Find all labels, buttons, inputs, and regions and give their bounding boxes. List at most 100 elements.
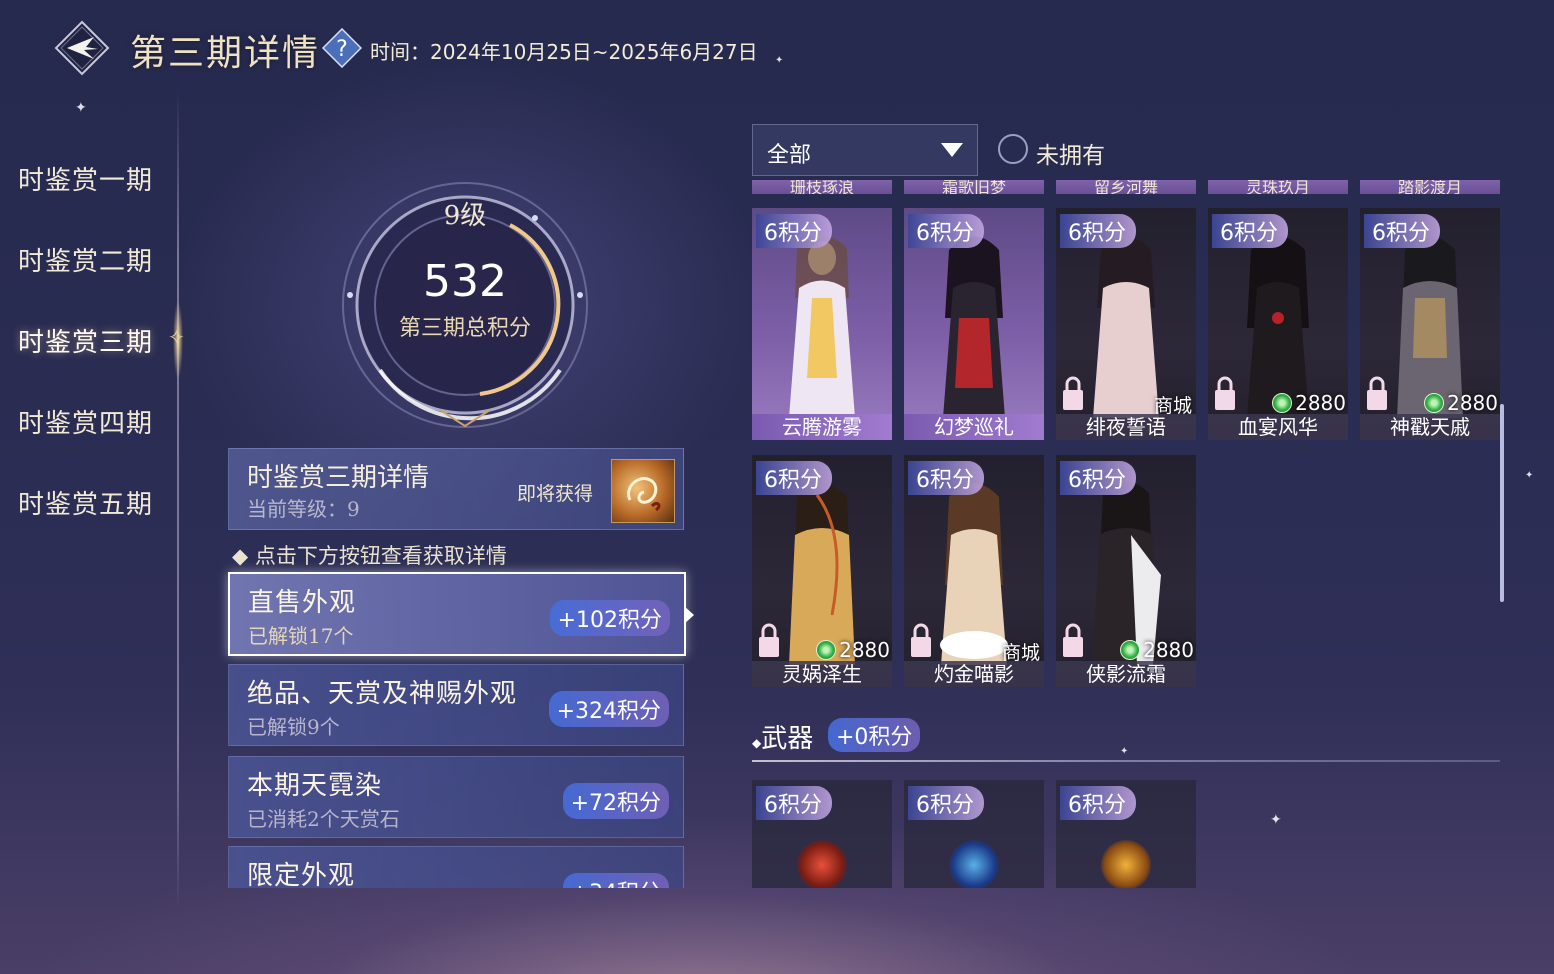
lock-icon: [1367, 376, 1387, 410]
outfit-card[interactable]: 6积分 商城 灼金喵影: [904, 455, 1044, 687]
outfit-card-partial[interactable]: 踏影渡月: [1360, 180, 1500, 194]
outfit-name: 灵娲泽生: [752, 661, 892, 687]
sparkle-icon: ✦: [75, 100, 87, 116]
lock-icon: [759, 623, 779, 657]
jade-coin-icon: [1424, 393, 1445, 413]
points-badge: 6积分: [1212, 214, 1288, 248]
nav-item-period-3[interactable]: 时鉴赏三期: [18, 322, 153, 359]
filter-selected: 全部: [767, 143, 812, 168]
event-time-label: 时间：2024年10月25日~2025年6月27日: [370, 40, 758, 64]
nav-item-period-1[interactable]: 时鉴赏一期: [18, 160, 153, 197]
svg-text:?: ?: [336, 37, 348, 62]
outfit-card[interactable]: 6积分 商城 绯夜誓语: [1056, 208, 1196, 440]
outfit-card-partial[interactable]: 珊枝琢浪: [752, 180, 892, 194]
character-figure: [1247, 236, 1309, 418]
nav-active-mark-icon: ✧: [168, 325, 185, 349]
category-points: +324积分: [548, 691, 669, 727]
outfit-name: 幻梦巡礼: [904, 414, 1044, 440]
sparkle-icon: ✦: [775, 55, 784, 66]
points-badge: 6积分: [1060, 786, 1136, 820]
lock-icon: [1063, 376, 1083, 410]
points-badge: 6积分: [1060, 461, 1136, 495]
category-clip: 限定外观 +34积分: [228, 846, 684, 888]
lock-icon: [911, 623, 931, 657]
category-dye[interactable]: 本期天霓染 已消耗2个天赏石 +72积分: [228, 756, 684, 838]
outfit-price: 2880: [1272, 391, 1346, 415]
outfit-price: 2880: [816, 638, 890, 662]
category-premium[interactable]: 绝品、天赏及神赐外观 已解锁9个 +324积分: [228, 664, 684, 746]
hint-text: ◆ 点击下方按钮查看获取详情: [232, 544, 507, 568]
outfit-price: 2880: [1120, 638, 1194, 662]
dropdown-arrow-icon: [941, 143, 963, 157]
character-figure: [1093, 236, 1159, 418]
outfit-card[interactable]: 6积分 幻梦巡礼: [904, 208, 1044, 440]
points-badge: 6积分: [908, 214, 984, 248]
category-limited[interactable]: 限定外观 +34积分: [228, 846, 684, 888]
reward-item-icon[interactable]: [611, 459, 675, 523]
not-owned-radio[interactable]: [998, 134, 1028, 164]
character-figure: [943, 236, 1005, 418]
category-points: +102积分: [549, 600, 670, 636]
outfit-card[interactable]: 6积分 2880 灵娲泽生: [752, 455, 892, 687]
grid-scrollbar[interactable]: [1500, 404, 1504, 602]
outfit-card[interactable]: 6积分 2880 血宴风华: [1208, 208, 1348, 440]
lock-icon: [1215, 376, 1235, 410]
weapon-image: [797, 840, 847, 888]
category-sub: 已解锁9个: [247, 715, 340, 739]
back-arrow-icon: [54, 20, 110, 76]
nav-divider: [177, 90, 179, 910]
character-figure: [789, 483, 855, 665]
page-title: 第三期详情: [130, 33, 321, 74]
character-figure: [789, 235, 855, 418]
sparkle-icon: ✦: [1525, 470, 1534, 481]
nav-item-period-2[interactable]: 时鉴赏二期: [18, 241, 153, 278]
outfit-name: 神戳天戚: [1360, 414, 1500, 440]
not-owned-label: 未拥有: [1036, 143, 1105, 169]
help-button[interactable]: ?: [321, 27, 363, 69]
category-title: 限定外观: [247, 861, 356, 888]
outfit-card[interactable]: 6积分 2880 神戳天戚: [1360, 208, 1500, 440]
outfit-price: 2880: [1424, 391, 1498, 415]
points-badge: 6积分: [756, 461, 832, 495]
character-figure: [940, 483, 1008, 665]
outfit-name: 血宴风华: [1208, 414, 1348, 440]
section-bullet-icon: ◆: [752, 736, 762, 750]
period-detail-card[interactable]: 时鉴赏三期详情 当前等级：9 即将获得: [228, 448, 684, 530]
character-figure: [1397, 236, 1463, 418]
category-title: 直售外观: [248, 588, 357, 618]
points-badge: 6积分: [1060, 214, 1136, 248]
category-sub: 已解锁17个: [248, 624, 354, 648]
outfit-name: 绯夜誓语: [1056, 414, 1196, 440]
nav-item-period-5[interactable]: 时鉴赏五期: [18, 484, 153, 521]
category-title: 绝品、天赏及神赐外观: [247, 679, 518, 709]
character-figure: [1093, 481, 1161, 665]
active-category-arrow-icon: [684, 606, 694, 624]
points-badge: 6积分: [756, 214, 832, 248]
category-points: +72积分: [562, 783, 669, 819]
outfit-card[interactable]: 6积分 云腾游雾: [752, 208, 892, 440]
outfit-grid[interactable]: 珊枝琢浪 霜歌旧梦 留乡河舞 灵珠玖月 踏影渡月 6积分 云腾游雾 6积分 幻梦…: [752, 180, 1504, 888]
points-badge: 6积分: [908, 461, 984, 495]
category-points: +34积分: [562, 873, 669, 888]
nav-item-period-4[interactable]: 时鉴赏四期: [18, 403, 153, 440]
weapon-card[interactable]: 6积分: [752, 780, 892, 888]
total-score-label: 第三期总积分: [398, 316, 531, 341]
weapon-image: [1101, 840, 1151, 888]
weapon-card[interactable]: 6积分: [1056, 780, 1196, 888]
back-button[interactable]: [54, 20, 110, 76]
outfit-name: 灼金喵影: [904, 661, 1044, 687]
section-title-weapons: ◆武器: [752, 724, 814, 754]
level-text: 9级: [443, 201, 487, 231]
outfit-card[interactable]: 6积分 2880 侠影流霜: [1056, 455, 1196, 687]
category-direct-sale[interactable]: 直售外观 已解锁17个 +102积分: [228, 572, 686, 656]
points-badge: 6积分: [1364, 214, 1440, 248]
outfit-card-partial[interactable]: 霜歌旧梦: [904, 180, 1044, 194]
points-badge: 6积分: [756, 786, 832, 820]
outfit-card-partial[interactable]: 留乡河舞: [1056, 180, 1196, 194]
filter-dropdown[interactable]: 全部: [752, 124, 978, 176]
category-sub: 已消耗2个天赏石: [247, 807, 400, 831]
total-score: 532: [423, 256, 507, 307]
outfit-card-partial[interactable]: 灵珠玖月: [1208, 180, 1348, 194]
weapon-card[interactable]: 6积分: [904, 780, 1044, 888]
outfit-name: 侠影流霜: [1056, 661, 1196, 687]
